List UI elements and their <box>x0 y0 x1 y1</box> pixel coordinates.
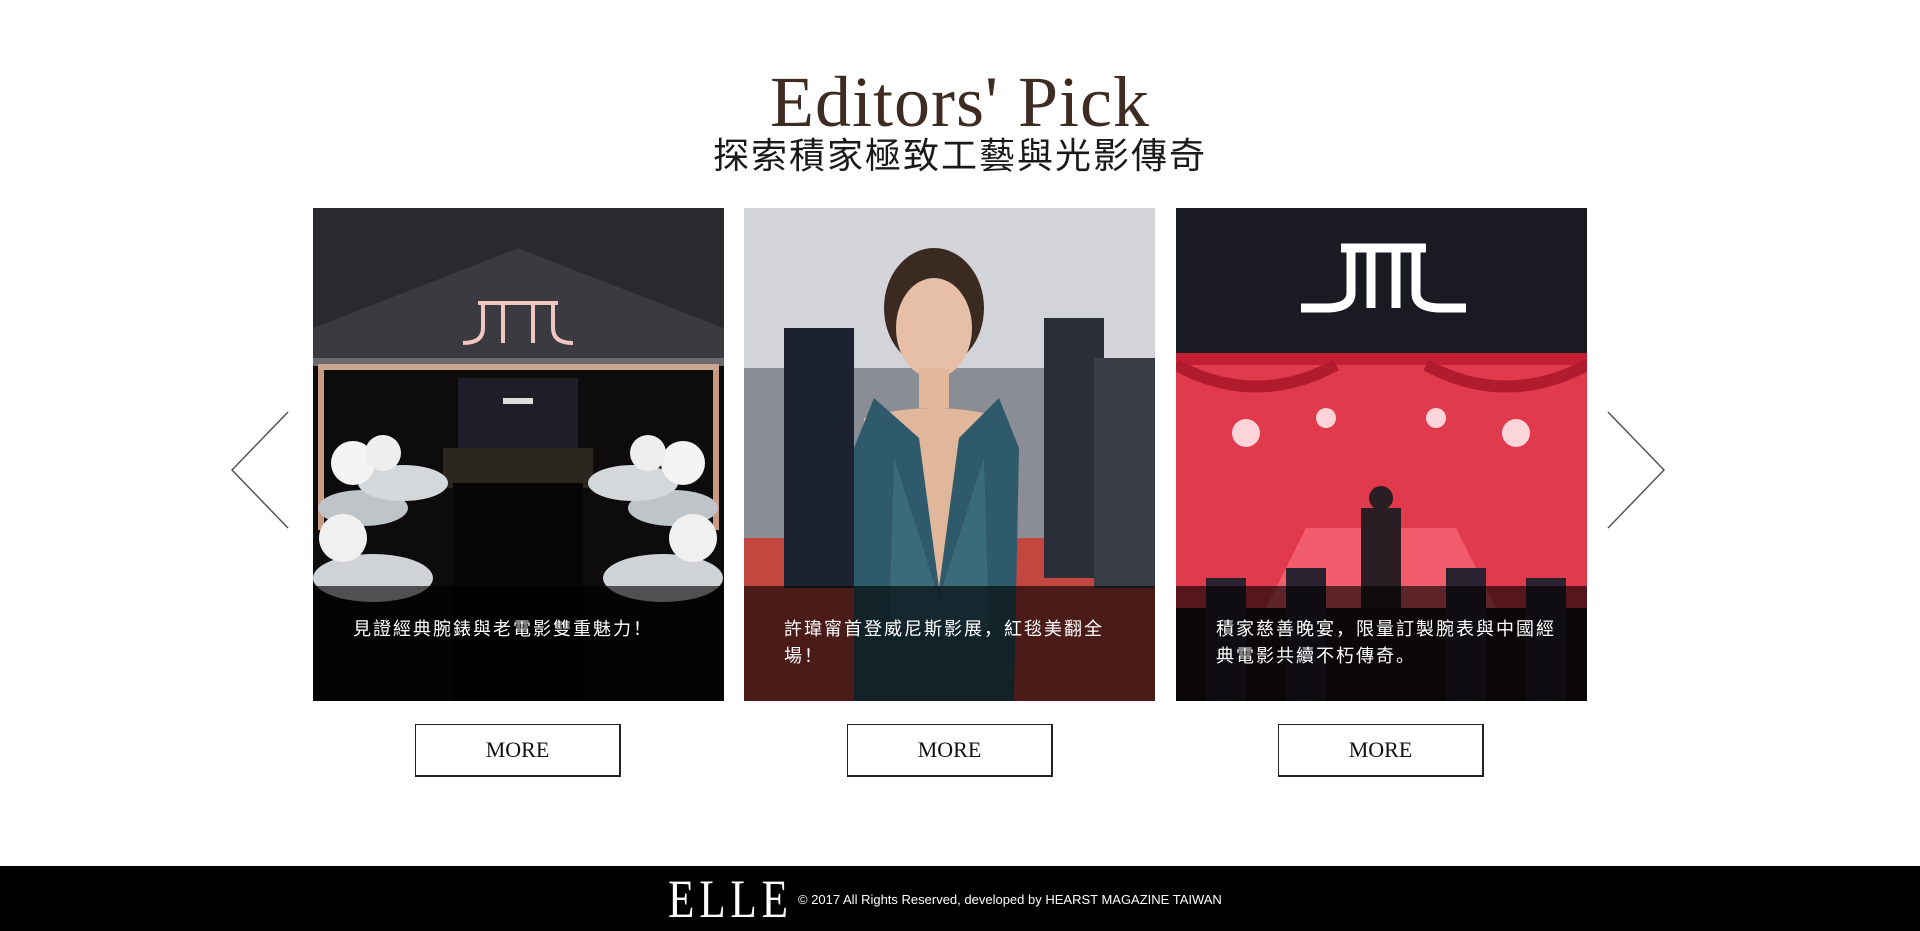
page-subtitle: 探索積家極致工藝與光影傳奇 <box>712 136 1207 177</box>
story-card-1[interactable]: 見證經典腕錶與老電影雙重魅力！ <box>313 208 724 701</box>
more-button-1[interactable]: MORE <box>415 724 621 777</box>
chevron-left-icon <box>230 411 289 529</box>
story-card-2[interactable]: 許瑋甯首登威尼斯影展，紅毯美翻全場！ <box>744 208 1155 701</box>
chevron-right-icon <box>1607 411 1666 529</box>
caption-overlay <box>313 586 724 701</box>
footer-copyright: © 2017 All Rights Reserved, developed by… <box>798 892 1222 907</box>
carousel-next-button[interactable] <box>1606 410 1666 530</box>
more-button-2[interactable]: MORE <box>847 724 1053 777</box>
story-card-3[interactable]: 積家慈善晚宴，限量訂製腕表與中國經典電影共續不朽傳奇。 <box>1176 208 1587 701</box>
elle-logo[interactable]: ELLE <box>668 872 793 926</box>
carousel-prev-button[interactable] <box>230 410 290 530</box>
card-caption[interactable]: 許瑋甯首登威尼斯影展，紅毯美翻全場！ <box>784 616 1124 670</box>
more-button-3[interactable]: MORE <box>1278 724 1484 777</box>
card-caption[interactable]: 積家慈善晚宴，限量訂製腕表與中國經典電影共續不朽傳奇。 <box>1216 616 1556 670</box>
page-title: Editors' Pick <box>770 62 1150 142</box>
card-caption[interactable]: 見證經典腕錶與老電影雙重魅力！ <box>353 616 693 643</box>
